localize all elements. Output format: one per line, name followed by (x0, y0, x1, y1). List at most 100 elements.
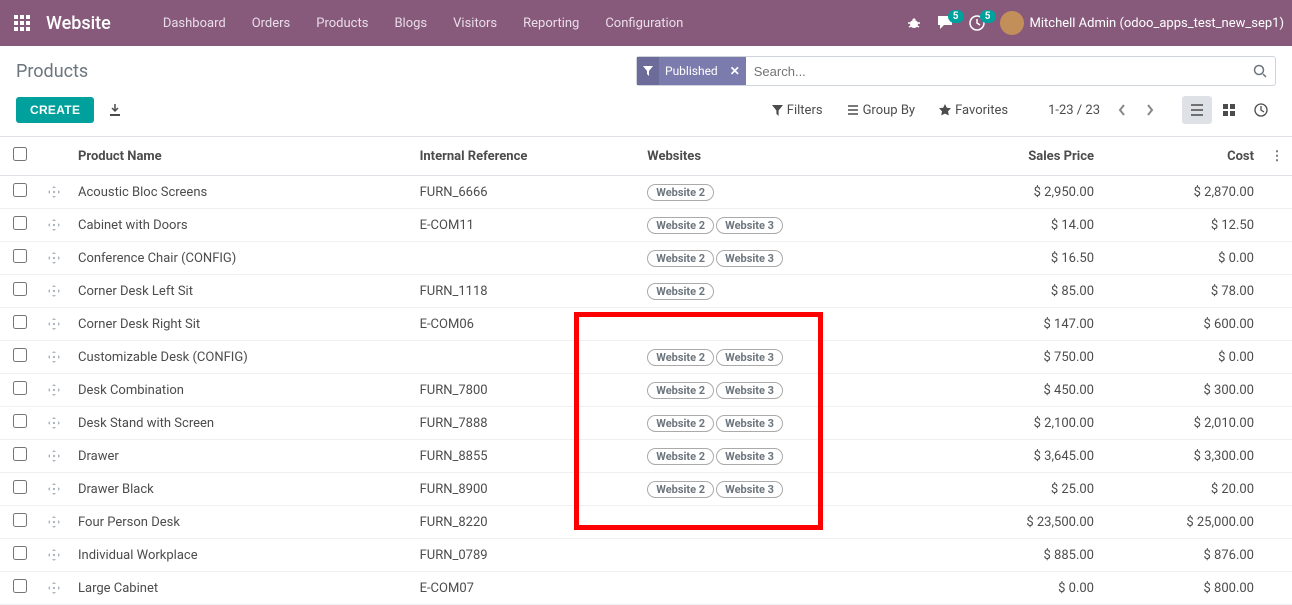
drag-handle-icon[interactable] (40, 242, 70, 275)
nav-item-blogs[interactable]: Blogs (382, 10, 439, 37)
apps-icon[interactable] (8, 9, 36, 37)
website-tag: Website 2 (647, 184, 714, 201)
brand-title[interactable]: Website (46, 13, 111, 34)
nav-item-orders[interactable]: Orders (240, 10, 303, 37)
table-row[interactable]: Corner Desk Right SitE-COM06$ 147.00$ 60… (0, 308, 1292, 341)
cell-ref: E-COM07 (412, 572, 640, 605)
table-row[interactable]: DrawerFURN_8855Website 2Website 3$ 3,645… (0, 440, 1292, 473)
cell-sales: $ 750.00 (922, 341, 1102, 374)
top-nav: Website DashboardOrdersProductsBlogsVisi… (0, 0, 1292, 46)
activity-count: 5 (980, 10, 996, 23)
row-checkbox[interactable] (13, 282, 27, 296)
row-checkbox[interactable] (13, 183, 27, 197)
row-checkbox[interactable] (13, 216, 27, 230)
view-switcher (1182, 96, 1276, 124)
table-row[interactable]: Desk Stand with ScreenFURN_7888Website 2… (0, 407, 1292, 440)
nav-item-products[interactable]: Products (304, 10, 380, 37)
website-tag: Website 2 (647, 217, 714, 234)
cell-name: Customizable Desk (CONFIG) (70, 341, 412, 374)
website-tag: Website 3 (716, 217, 783, 234)
list-view: Product Name Internal Reference Websites… (0, 137, 1292, 605)
cell-ref: FURN_7800 (412, 374, 640, 407)
drag-handle-icon[interactable] (40, 539, 70, 572)
website-tag: Website 3 (716, 415, 783, 432)
row-checkbox[interactable] (13, 513, 27, 527)
drag-handle-icon[interactable] (40, 572, 70, 605)
table-row[interactable]: Customizable Desk (CONFIG)Website 2Websi… (0, 341, 1292, 374)
drag-handle-icon[interactable] (40, 275, 70, 308)
table-row[interactable]: Large CabinetE-COM07$ 0.00$ 800.00 (0, 572, 1292, 605)
kanban-view-icon[interactable] (1214, 96, 1244, 124)
cell-sales: $ 885.00 (922, 539, 1102, 572)
nav-item-visitors[interactable]: Visitors (441, 10, 509, 37)
row-checkbox[interactable] (13, 447, 27, 461)
table-row[interactable]: Individual WorkplaceFURN_0789$ 885.00$ 8… (0, 539, 1292, 572)
row-checkbox[interactable] (13, 381, 27, 395)
drag-handle-icon[interactable] (40, 341, 70, 374)
cell-ref: FURN_0789 (412, 539, 640, 572)
search-bar[interactable]: Published ✕ (636, 56, 1276, 86)
drag-handle-icon[interactable] (40, 506, 70, 539)
cell-websites: Website 2Website 3 (639, 242, 922, 275)
facet-remove-icon[interactable]: ✕ (724, 64, 746, 78)
groupby-button[interactable]: Group By (847, 103, 916, 118)
import-button[interactable] (108, 103, 122, 117)
cell-ref: FURN_8900 (412, 473, 640, 506)
drag-handle-icon[interactable] (40, 176, 70, 209)
drag-handle-icon[interactable] (40, 308, 70, 341)
nav-item-reporting[interactable]: Reporting (511, 10, 591, 37)
debug-icon[interactable] (906, 15, 922, 31)
table-row[interactable]: Cabinet with DoorsE-COM11Website 2Websit… (0, 209, 1292, 242)
nav-right: 5 5 Mitchell Admin (odoo_apps_test_new_s… (906, 11, 1285, 35)
row-checkbox[interactable] (13, 414, 27, 428)
cell-sales: $ 14.00 (922, 209, 1102, 242)
row-checkbox[interactable] (13, 546, 27, 560)
search-options: Filters Group By Favorites (772, 103, 1008, 118)
table-row[interactable]: Desk CombinationFURN_7800Website 2Websit… (0, 374, 1292, 407)
drag-handle-icon[interactable] (40, 440, 70, 473)
nav-item-configuration[interactable]: Configuration (593, 10, 695, 37)
website-tag: Website 2 (647, 349, 714, 366)
nav-item-dashboard[interactable]: Dashboard (151, 10, 238, 37)
row-checkbox[interactable] (13, 315, 27, 329)
drag-handle-icon[interactable] (40, 473, 70, 506)
drag-handle-icon[interactable] (40, 407, 70, 440)
table-row[interactable]: Drawer BlackFURN_8900Website 2Website 3$… (0, 473, 1292, 506)
col-sales[interactable]: Sales Price (922, 137, 1102, 176)
activity-view-icon[interactable] (1246, 96, 1276, 124)
favorites-button[interactable]: Favorites (939, 103, 1008, 118)
search-input[interactable] (746, 60, 1245, 83)
select-all-checkbox[interactable] (13, 147, 27, 161)
cell-name: Desk Combination (70, 374, 412, 407)
table-row[interactable]: Four Person DeskFURN_8220$ 23,500.00$ 25… (0, 506, 1292, 539)
pager-next-icon[interactable] (1138, 98, 1162, 122)
search-facet-published[interactable]: Published ✕ (637, 57, 746, 85)
col-cost[interactable]: Cost (1102, 137, 1262, 176)
search-icon[interactable] (1245, 64, 1275, 78)
filters-button[interactable]: Filters (772, 103, 823, 118)
col-name[interactable]: Product Name (70, 137, 412, 176)
columns-menu-icon[interactable]: ⋮ (1262, 137, 1292, 176)
drag-handle-icon[interactable] (40, 374, 70, 407)
cell-name: Individual Workplace (70, 539, 412, 572)
row-checkbox[interactable] (13, 249, 27, 263)
row-checkbox[interactable] (13, 579, 27, 593)
col-ref[interactable]: Internal Reference (412, 137, 640, 176)
pager-value[interactable]: 1-23 / 23 (1048, 103, 1100, 118)
cell-cost: $ 25,000.00 (1102, 506, 1262, 539)
table-row[interactable]: Corner Desk Left SitFURN_1118Website 2$ … (0, 275, 1292, 308)
user-menu[interactable]: Mitchell Admin (odoo_apps_test_new_sep1) (1000, 11, 1285, 35)
drag-handle-icon[interactable] (40, 209, 70, 242)
pager-prev-icon[interactable] (1110, 98, 1134, 122)
list-view-icon[interactable] (1182, 96, 1212, 124)
cell-cost: $ 800.00 (1102, 572, 1262, 605)
create-button[interactable]: CREATE (16, 97, 94, 123)
row-checkbox[interactable] (13, 480, 27, 494)
row-checkbox[interactable] (13, 348, 27, 362)
cell-name: Drawer Black (70, 473, 412, 506)
activity-icon[interactable]: 5 (968, 14, 986, 32)
table-row[interactable]: Acoustic Bloc ScreensFURN_6666Website 2$… (0, 176, 1292, 209)
messaging-icon[interactable]: 5 (936, 14, 954, 32)
col-websites[interactable]: Websites (639, 137, 922, 176)
table-row[interactable]: Conference Chair (CONFIG)Website 2Websit… (0, 242, 1292, 275)
